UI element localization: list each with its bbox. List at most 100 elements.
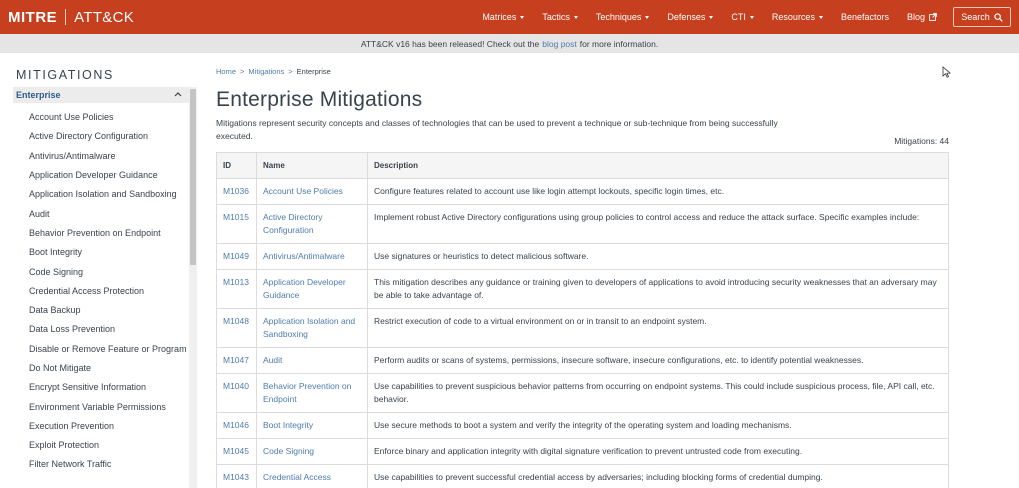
nav-benefactors[interactable]: Benefactors — [841, 12, 889, 22]
page-title: Enterprise Mitigations — [216, 88, 423, 111]
mitigation-description: Use secure methods to boot a system and … — [374, 420, 792, 430]
banner-text: ATT&CK v16 has been released! Check out … — [360, 38, 540, 49]
table-row: M1015 Active Directory Configuration Imple… — [217, 205, 948, 244]
caret-down-icon — [749, 15, 754, 19]
chevron-up-icon[interactable] — [174, 91, 182, 97]
nav-label: Benefactors — [840, 12, 889, 22]
sidebar-item-data-loss-prevention[interactable]: Data Loss Prevention — [29, 320, 187, 339]
mitigation-name-link[interactable]: Behavior Prevention on Endpoint — [257, 374, 368, 412]
sidebar: MITIGATIONS Enterprise Account Use Polic… — [0, 53, 197, 488]
breadcrumb-separator: > — [288, 67, 293, 76]
table-row: M1046 Boot Integrity Use secure methods to… — [217, 413, 948, 439]
mitigations-count: Mitigations: 44 — [894, 136, 949, 146]
nav-label: CTI — [731, 12, 746, 22]
mitigation-id-link[interactable]: M1015 — [217, 205, 257, 243]
caret-down-icon — [573, 15, 578, 19]
mitigation-description: Perform audits or scans of systems, perm… — [374, 355, 864, 365]
table-row: M1013 Application Developer Guidance This … — [217, 270, 948, 309]
table-row: M1049 Antivirus/Antimalware Use signatures… — [217, 244, 948, 270]
sidebar-item-antivirus-antimalware[interactable]: Antivirus/Antimalware — [29, 147, 187, 166]
mitigation-description: Implement robust Active Directory config… — [374, 212, 920, 222]
breadcrumb-mitigations[interactable]: Mitigations — [248, 67, 284, 76]
nav-blog[interactable]: Blog — [907, 12, 937, 22]
table-row: M1040 Behavior Prevention on Endpoint Use … — [217, 374, 948, 413]
mitigation-description: Use signatures or heuristics to detect m… — [374, 251, 589, 261]
mitigation-description: Enforce binary and application integrity… — [374, 446, 803, 456]
mitigation-name-link[interactable]: Boot Integrity — [257, 413, 368, 438]
nav-defenses[interactable]: Defenses — [667, 12, 714, 22]
mitigation-id-link[interactable]: M1036 — [217, 179, 257, 204]
banner-blog-link[interactable]: blog post — [542, 39, 577, 49]
sidebar-item-boot-integrity[interactable]: Boot Integrity — [29, 243, 187, 262]
brand-logo[interactable]: MITRE ATT&CK — [0, 0, 134, 34]
search-button-label: Search — [961, 12, 990, 22]
main-menu: Matrices Tactics Techniques Defenses CTI Reso… — [482, 0, 1019, 34]
sidebar-item-behavior-prevention-on-endpoint[interactable]: Behavior Prevention on Endpoint — [29, 224, 187, 243]
sidebar-section-enterprise[interactable]: Enterprise — [13, 87, 189, 103]
mitigation-description: Restrict execution of code to a virtual … — [374, 316, 707, 326]
mitigation-description: This mitigation describes any guidance o… — [374, 277, 937, 300]
mitigation-name-link[interactable]: Code Signing — [257, 439, 368, 464]
page-description: Mitigations represent security concepts … — [216, 118, 778, 141]
sidebar-scrollbar[interactable] — [189, 87, 197, 488]
sidebar-item-audit[interactable]: Audit — [29, 204, 187, 223]
nav-cti[interactable]: CTI — [731, 12, 754, 22]
nav-matrices[interactable]: Matrices — [482, 12, 525, 22]
mitigation-name-link[interactable]: Antivirus/Antimalware — [257, 244, 368, 269]
sidebar-item-application-developer-guidance[interactable]: Application Developer Guidance — [29, 166, 187, 185]
nav-label: Blog — [906, 12, 925, 22]
mouse-cursor-icon — [942, 66, 951, 78]
brand-attck: ATT&CK — [74, 8, 135, 26]
mitigation-name-link[interactable]: Application Developer Guidance — [257, 270, 368, 308]
mitigation-id-link[interactable]: M1040 — [217, 374, 257, 412]
breadcrumb-home[interactable]: Home — [216, 67, 236, 76]
nav-techniques[interactable]: Techniques — [596, 12, 650, 22]
mitigation-description: Use capabilities to prevent suspicious b… — [374, 381, 935, 404]
sidebar-item-execution-prevention[interactable]: Execution Prevention — [29, 417, 187, 436]
mitigation-id-link[interactable]: M1043 — [217, 465, 257, 488]
mitigation-id-link[interactable]: M1045 — [217, 439, 257, 464]
nav-label: Defenses — [667, 12, 706, 22]
header-id: ID — [217, 153, 257, 178]
mitigation-id-link[interactable]: M1048 — [217, 309, 257, 347]
sidebar-item-encrypt-sensitive-information[interactable]: Encrypt Sensitive Information — [29, 378, 187, 397]
sidebar-item-do-not-mitigate[interactable]: Do Not Mitigate — [29, 359, 187, 378]
mitigation-id-link[interactable]: M1046 — [217, 413, 257, 438]
table-row: M1045 Code Signing Enforce binary and appl… — [217, 439, 948, 465]
sidebar-item-environment-variable-permissions[interactable]: Environment Variable Permissions — [29, 397, 187, 416]
table-header: ID Name Description — [217, 153, 948, 179]
sidebar-item-application-isolation-and-sandboxing[interactable]: Application Isolation and Sandboxing — [29, 185, 187, 204]
sidebar-item-disable-or-remove-feature-or-program[interactable]: Disable or Remove Feature or Program — [29, 340, 187, 359]
mitigation-name-link[interactable]: Credential Access — [257, 465, 368, 488]
sidebar-list: Account Use Policies Active Directory Con… — [29, 108, 187, 475]
sidebar-item-credential-access-protection[interactable]: Credential Access Protection — [29, 282, 187, 301]
mitigation-name-link[interactable]: Application Isolation and Sandboxing — [257, 309, 368, 347]
nav-tactics[interactable]: Tactics — [542, 12, 578, 22]
mitigation-name-link[interactable]: Active Directory Configuration — [257, 205, 368, 243]
header-description: Description — [374, 161, 419, 170]
sidebar-item-data-backup[interactable]: Data Backup — [29, 301, 187, 320]
sidebar-section-label: Enterprise — [16, 90, 61, 100]
main-content: Home > Mitigations > Enterprise Enterprise M… — [216, 53, 950, 488]
sidebar-title: MITIGATIONS — [16, 68, 114, 82]
search-button[interactable]: Search — [953, 7, 1011, 27]
mitigation-id-link[interactable]: M1013 — [217, 270, 257, 308]
mitigation-id-link[interactable]: M1047 — [217, 348, 257, 373]
mitigation-name-link[interactable]: Audit — [257, 348, 368, 373]
breadcrumb-current: Enterprise — [296, 67, 331, 76]
sidebar-item-filter-network-traffic[interactable]: Filter Network Traffic — [29, 455, 187, 474]
sidebar-item-account-use-policies[interactable]: Account Use Policies — [29, 108, 187, 127]
nav-resources[interactable]: Resources — [772, 12, 823, 22]
header-name: Name — [257, 153, 368, 178]
nav-label: Tactics — [542, 12, 570, 22]
mitigation-description: Configure features related to account us… — [374, 186, 725, 196]
banner-text-end: for more information. — [579, 38, 659, 49]
sidebar-scrollbar-thumb[interactable] — [190, 89, 196, 265]
breadcrumb-separator: > — [240, 67, 245, 76]
sidebar-item-code-signing[interactable]: Code Signing — [29, 262, 187, 281]
mitigation-id-link[interactable]: M1049 — [217, 244, 257, 269]
nav-label: Resources — [771, 12, 815, 22]
mitigation-name-link[interactable]: Account Use Policies — [257, 179, 368, 204]
sidebar-item-exploit-protection[interactable]: Exploit Protection — [29, 436, 187, 455]
sidebar-item-active-directory-configuration[interactable]: Active Directory Configuration — [29, 127, 187, 146]
